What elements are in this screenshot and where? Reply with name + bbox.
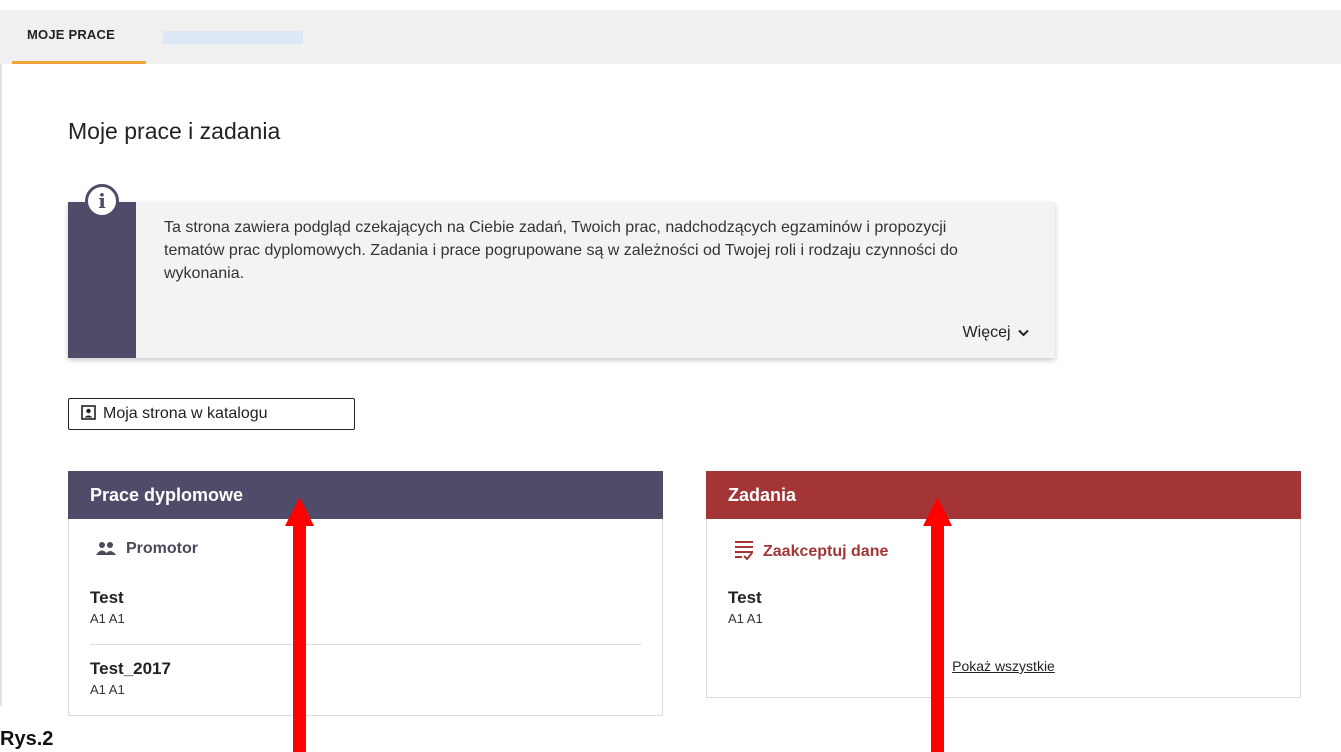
- thesis-title[interactable]: Test_2017: [90, 659, 171, 679]
- tab-moje-prace[interactable]: MOJE PRACE: [12, 10, 146, 64]
- tab-placeholder[interactable]: [163, 31, 303, 44]
- contact-card-icon: [81, 405, 96, 420]
- role-row: Promotor: [96, 540, 198, 558]
- tasks-panel: Zadania Zaakceptuj dane Test A1 A1 Pokaż…: [706, 471, 1301, 698]
- theses-panel-header: Prace dyplomowe: [68, 471, 663, 519]
- task-action-row: Zaakceptuj dane: [735, 540, 888, 561]
- show-all-link[interactable]: Pokaż wszystkie: [707, 658, 1300, 674]
- info-text: Ta strona zawiera podgląd czekających na…: [164, 219, 958, 282]
- divider: [90, 644, 641, 645]
- task-title[interactable]: Test: [728, 588, 762, 608]
- tab-label: MOJE PRACE: [27, 27, 115, 42]
- page-title: Moje prace i zadania: [68, 118, 281, 144]
- figure-caption: Rys.2: [0, 728, 54, 750]
- task-authors: A1 A1: [728, 611, 763, 626]
- catalog-button-label: Moja strona w katalogu: [103, 405, 268, 422]
- tab-bar: MOJE PRACE: [0, 10, 1341, 64]
- more-link-label: Więcej: [962, 324, 1011, 341]
- info-icon: i: [85, 184, 119, 218]
- info-stripe: [68, 202, 136, 358]
- task-action-label: Zaakceptuj dane: [763, 543, 889, 560]
- thesis-title[interactable]: Test: [90, 588, 124, 608]
- catalog-page-button[interactable]: Moja strona w katalogu: [68, 398, 355, 430]
- role-label: Promotor: [126, 540, 198, 557]
- more-link[interactable]: Więcej: [963, 324, 1029, 342]
- chevron-down-icon: [1018, 329, 1029, 337]
- tasks-panel-header: Zadania: [706, 471, 1301, 519]
- people-icon: [96, 542, 116, 555]
- theses-panel: Prace dyplomowe Promotor Test A1 A1 Test…: [68, 471, 663, 716]
- thesis-authors: A1 A1: [90, 682, 125, 697]
- info-box: Ta strona zawiera podgląd czekających na…: [68, 202, 1055, 358]
- thesis-authors: A1 A1: [90, 611, 125, 626]
- list-check-icon: [735, 541, 753, 561]
